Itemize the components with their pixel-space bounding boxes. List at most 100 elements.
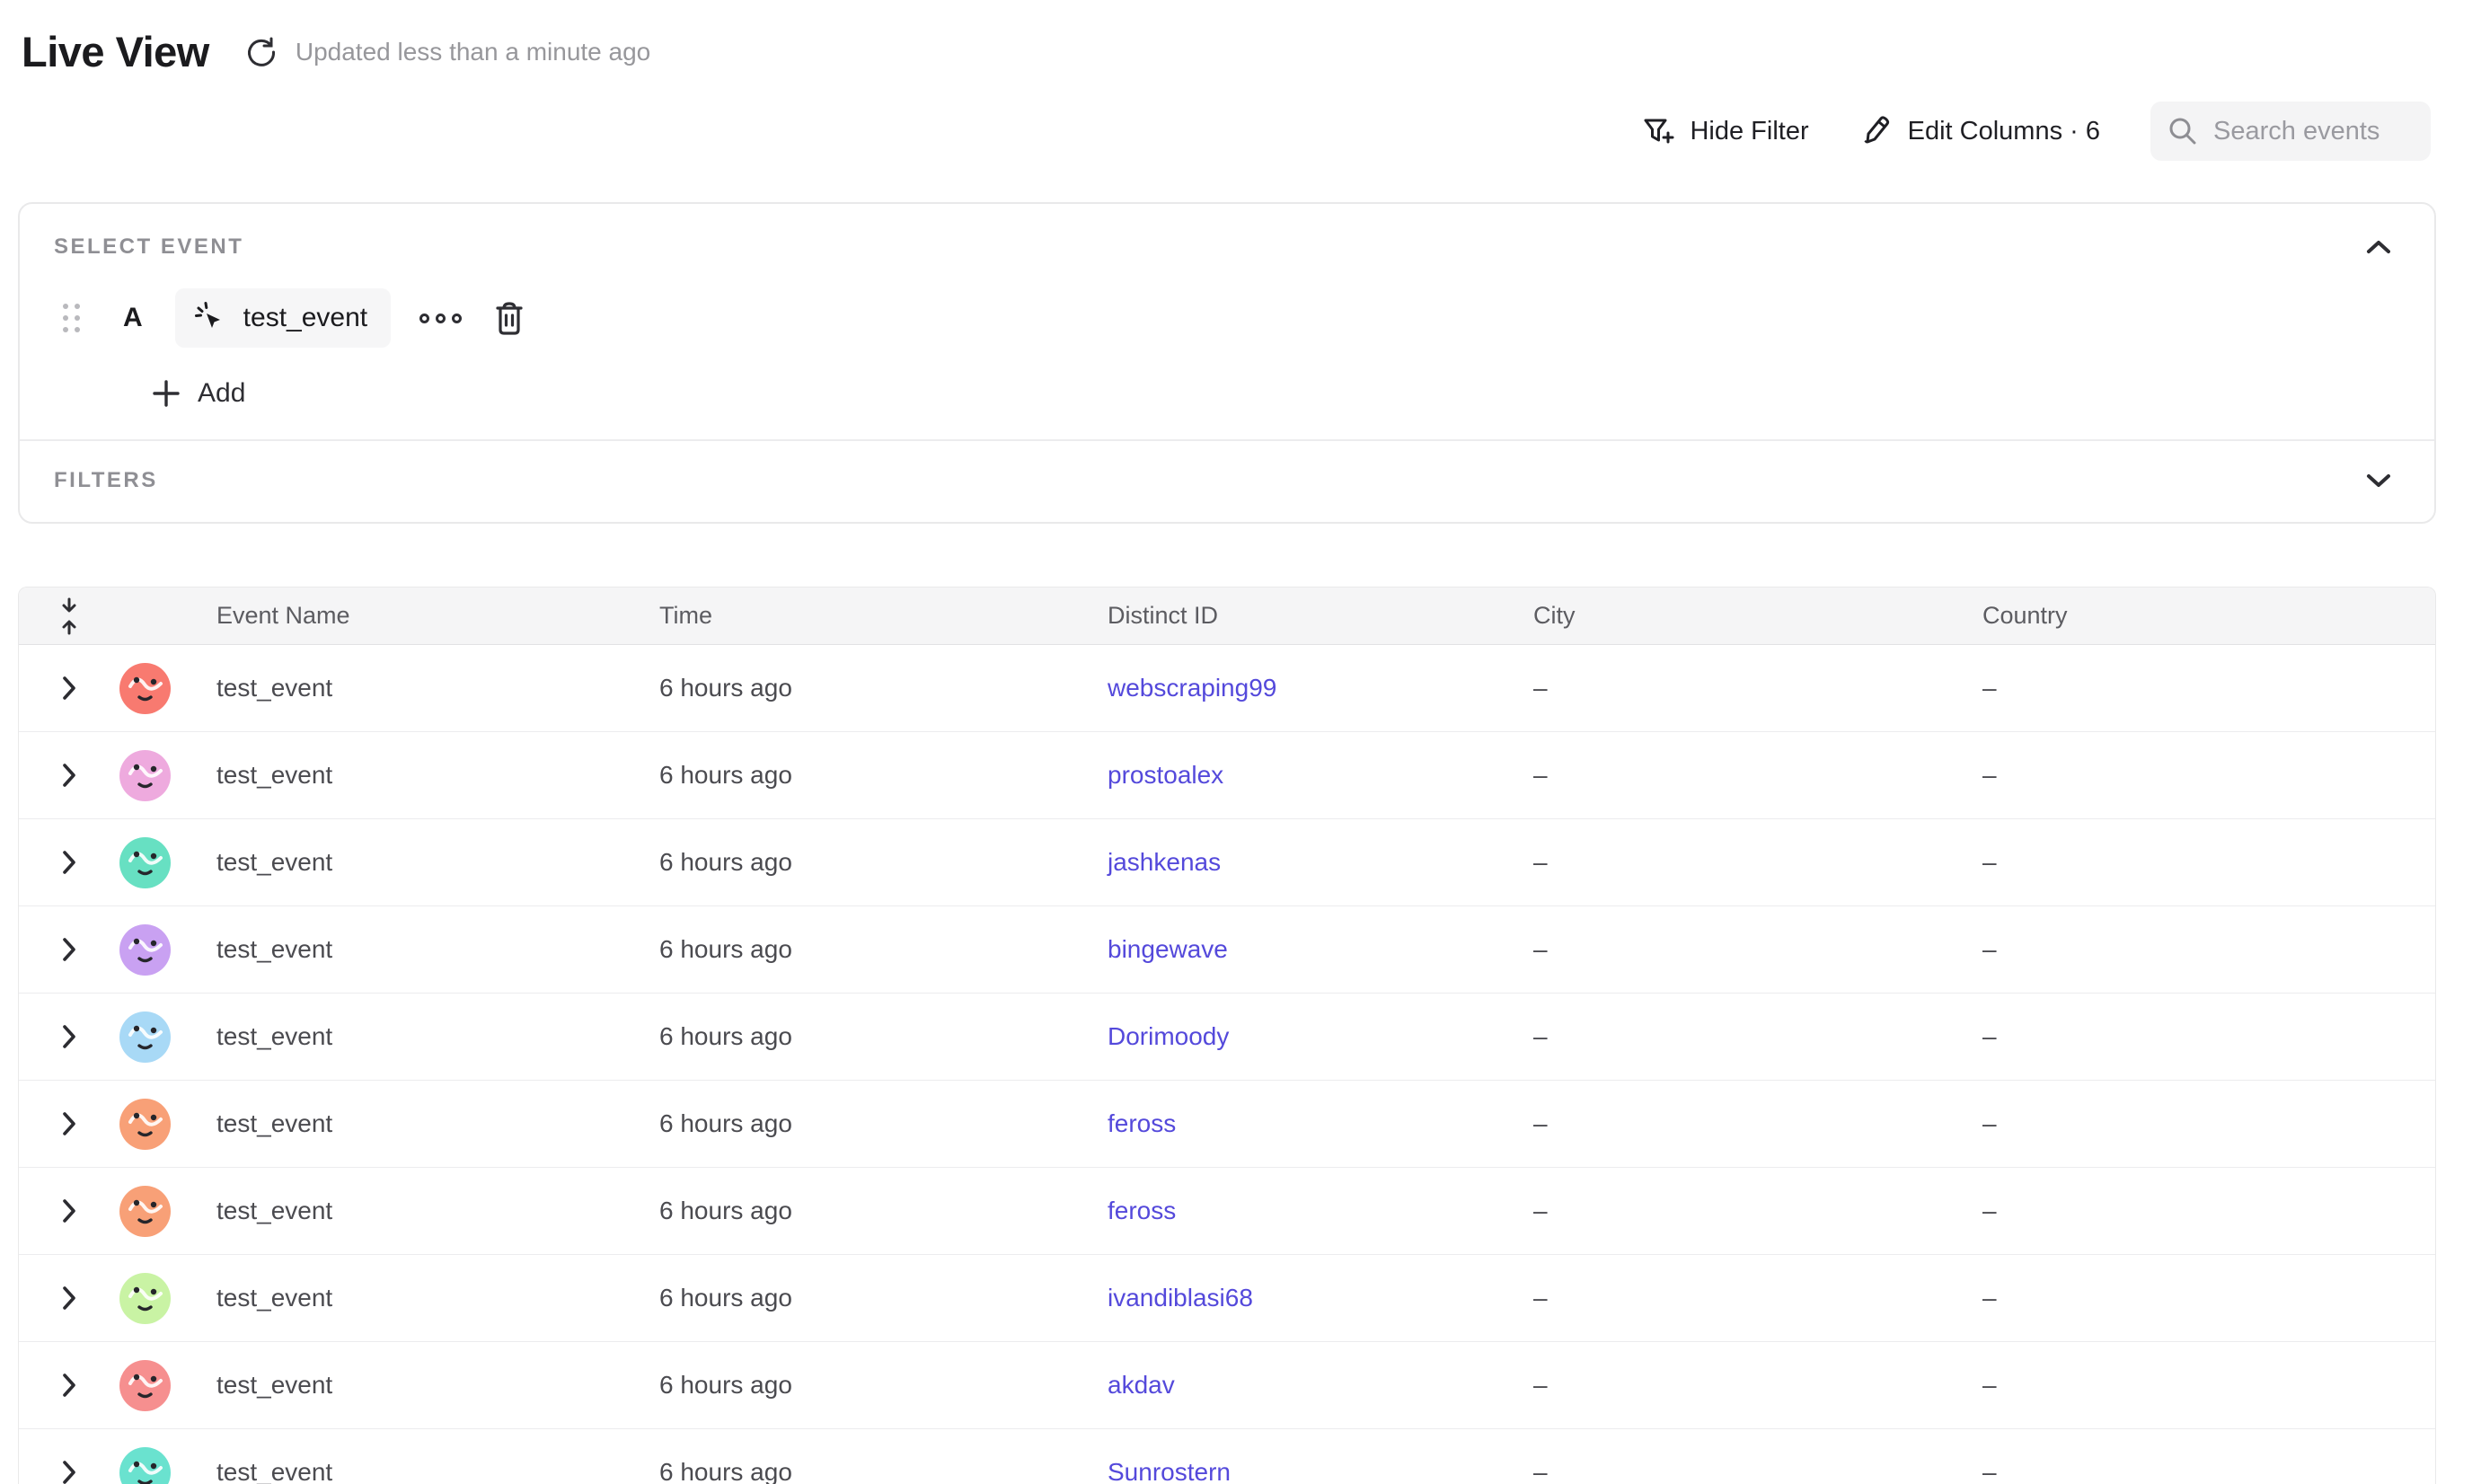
edit-columns-label: Edit Columns · 6 (1908, 117, 2100, 146)
cell-time: 6 hours ago (659, 1371, 1108, 1400)
distinct-id-link[interactable]: Sunrostern (1108, 1458, 1231, 1484)
cell-country: – (1982, 1022, 2435, 1051)
cell-country: – (1982, 1109, 2435, 1138)
column-header-event-name[interactable]: Event Name (206, 602, 659, 630)
avatar[interactable] (119, 837, 171, 888)
cell-event-name: test_event (206, 761, 659, 790)
avatar[interactable] (119, 1099, 171, 1150)
expand-row-button[interactable] (47, 1101, 92, 1146)
distinct-id-link[interactable]: ivandiblasi68 (1108, 1284, 1253, 1312)
expand-row-button[interactable] (47, 1450, 92, 1484)
updated-status: Updated less than a minute ago (296, 38, 650, 66)
add-button-label: Add (198, 378, 245, 409)
search-box[interactable] (2150, 102, 2431, 161)
table-row[interactable]: test_event 6 hours ago ivandiblasi68 – – (19, 1255, 2435, 1342)
distinct-id-link[interactable]: jashkenas (1108, 848, 1221, 876)
table-row[interactable]: test_event 6 hours ago akdav – – (19, 1342, 2435, 1429)
distinct-id-link[interactable]: prostoalex (1108, 761, 1223, 789)
table-row[interactable]: test_event 6 hours ago jashkenas – – (19, 819, 2435, 906)
trash-icon (490, 298, 528, 338)
avatar[interactable] (119, 1186, 171, 1237)
hide-filter-label: Hide Filter (1690, 117, 1808, 146)
series-letter: A (123, 303, 143, 333)
expand-row-button[interactable] (47, 1014, 92, 1059)
table-row[interactable]: test_event 6 hours ago prostoalex – – (19, 732, 2435, 819)
drag-handle-icon[interactable] (63, 304, 80, 332)
cell-country: – (1982, 1458, 2435, 1484)
column-header-country[interactable]: Country (1982, 602, 2435, 630)
search-input[interactable] (2213, 117, 2420, 146)
expand-row-button[interactable] (47, 1188, 92, 1233)
hide-filter-button[interactable]: Hide Filter (1639, 113, 1808, 149)
distinct-id-link[interactable]: webscraping99 (1108, 674, 1276, 702)
table-row[interactable]: test_event 6 hours ago bingewave – – (19, 906, 2435, 994)
avatar[interactable] (119, 1360, 171, 1411)
cell-time: 6 hours ago (659, 1458, 1108, 1484)
table-row[interactable]: test_event 6 hours ago Dorimoody – – (19, 994, 2435, 1081)
distinct-id-link[interactable]: bingewave (1108, 935, 1228, 963)
plus-icon (151, 378, 181, 409)
event-click-icon (193, 300, 229, 336)
chevron-right-icon (61, 676, 77, 701)
distinct-id-link[interactable]: feross (1108, 1109, 1176, 1137)
chevron-up-icon (2366, 239, 2391, 255)
avatar[interactable] (119, 924, 171, 976)
cell-time: 6 hours ago (659, 1109, 1108, 1138)
avatar[interactable] (119, 1447, 171, 1484)
column-header-city[interactable]: City (1533, 602, 1982, 630)
selected-event-chip[interactable]: test_event (175, 288, 391, 348)
cell-time: 6 hours ago (659, 1022, 1108, 1051)
table-row[interactable]: test_event 6 hours ago Sunrostern – – (19, 1429, 2435, 1484)
distinct-id-link[interactable]: feross (1108, 1197, 1176, 1224)
chevron-right-icon (61, 1198, 77, 1223)
query-builder-card: SELECT EVENT A (18, 202, 2436, 524)
expand-row-button[interactable] (47, 1363, 92, 1408)
select-event-label: SELECT EVENT (54, 234, 243, 260)
chevron-right-icon (61, 850, 77, 875)
column-header-time[interactable]: Time (659, 602, 1108, 630)
cell-time: 6 hours ago (659, 674, 1108, 702)
toolbar: Hide Filter Edit Columns · 6 (0, 76, 2472, 166)
expand-row-button[interactable] (47, 840, 92, 885)
expand-row-button[interactable] (47, 666, 92, 711)
avatar[interactable] (119, 663, 171, 714)
chevron-right-icon (61, 937, 77, 962)
cell-time: 6 hours ago (659, 848, 1108, 877)
cell-country: – (1982, 674, 2435, 702)
cell-time: 6 hours ago (659, 1284, 1108, 1312)
collapse-all-rows-button[interactable] (47, 594, 92, 639)
expand-row-button[interactable] (47, 1276, 92, 1321)
event-more-options-button[interactable] (419, 300, 462, 336)
distinct-id-link[interactable]: Dorimoody (1108, 1022, 1229, 1050)
avatar[interactable] (119, 750, 171, 801)
cell-time: 6 hours ago (659, 1197, 1108, 1225)
table-row[interactable]: test_event 6 hours ago feross – – (19, 1081, 2435, 1168)
cell-event-name: test_event (206, 1197, 659, 1225)
cell-country: – (1982, 848, 2435, 877)
add-event-button[interactable]: Add (151, 378, 245, 409)
avatar[interactable] (119, 1273, 171, 1324)
cell-city: – (1533, 1284, 1982, 1312)
edit-columns-button[interactable]: Edit Columns · 6 (1859, 114, 2100, 148)
cell-time: 6 hours ago (659, 935, 1108, 964)
chevron-right-icon (61, 1024, 77, 1049)
refresh-icon (244, 35, 278, 69)
cell-event-name: test_event (206, 1022, 659, 1051)
column-header-distinct-id[interactable]: Distinct ID (1108, 602, 1533, 630)
cell-city: – (1533, 1371, 1982, 1400)
table-header-row: Event Name Time Distinct ID City Country (19, 587, 2435, 645)
event-query-row: A test_event (54, 288, 2398, 348)
expand-row-button[interactable] (47, 753, 92, 798)
table-row[interactable]: test_event 6 hours ago feross – – (19, 1168, 2435, 1255)
table-row[interactable]: test_event 6 hours ago webscraping99 – – (19, 645, 2435, 732)
expand-row-button[interactable] (47, 927, 92, 972)
more-dots-icon (419, 314, 429, 323)
collapse-rows-icon (58, 597, 80, 635)
refresh-button[interactable] (242, 32, 281, 72)
delete-event-button[interactable] (489, 297, 530, 339)
distinct-id-link[interactable]: akdav (1108, 1371, 1175, 1399)
expand-filters-button[interactable] (2359, 461, 2398, 500)
collapse-select-event-button[interactable] (2359, 227, 2398, 267)
avatar[interactable] (119, 1011, 171, 1063)
cell-country: – (1982, 1284, 2435, 1312)
